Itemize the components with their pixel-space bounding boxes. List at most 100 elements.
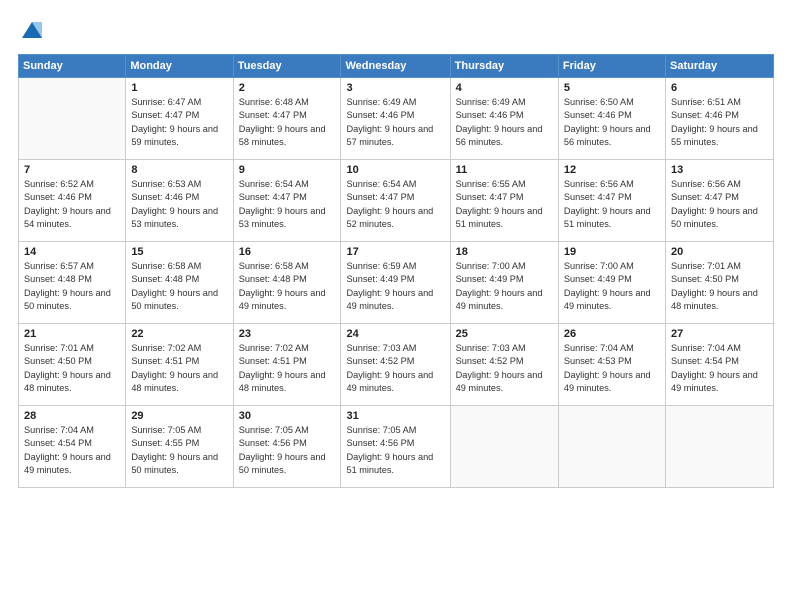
header-day: Sunday [19,55,126,78]
day-number: 10 [346,164,444,176]
day-info: Sunrise: 7:01 AMSunset: 4:50 PMDaylight:… [671,260,768,313]
day-number: 17 [346,246,444,258]
calendar-cell: 18Sunrise: 7:00 AMSunset: 4:49 PMDayligh… [450,242,558,324]
day-number: 11 [456,164,553,176]
calendar-cell [19,78,126,160]
day-info: Sunrise: 6:56 AMSunset: 4:47 PMDaylight:… [671,178,768,231]
calendar-cell: 31 Sunrise: 7:05 AMSunset: 4:56 PMDayligh… [341,406,450,488]
day-number: 31 [346,410,444,422]
day-number: 28 [24,410,120,422]
day-info: Sunrise: 7:03 AMSunset: 4:52 PMDaylight:… [456,342,553,395]
day-info: Sunrise: 7:05 AMSunset: 4:56 PMDaylight:… [346,424,444,477]
day-number: 6 [671,82,768,94]
day-info: Sunrise: 7:03 AMSunset: 4:52 PMDaylight:… [346,342,444,395]
calendar-cell [450,406,558,488]
day-number: 1 [131,82,227,94]
day-number: 3 [346,82,444,94]
day-info: Sunrise: 7:04 AMSunset: 4:54 PMDaylight:… [671,342,768,395]
calendar-cell: 3 Sunrise: 6:49 AMSunset: 4:46 PMDaylight… [341,78,450,160]
calendar-cell: 19 Sunrise: 7:00 AMSunset: 4:49 PMDayligh… [558,242,665,324]
header-day: Tuesday [233,55,341,78]
calendar-body: 1Sunrise: 6:47 AMSunset: 4:47 PMDaylight… [19,78,774,488]
calendar-cell: 25 Sunrise: 7:03 AMSunset: 4:52 PMDayligh… [450,324,558,406]
calendar-table: SundayMondayTuesdayWednesdayThursdayFrid… [18,54,774,488]
day-number: 2 [239,82,336,94]
calendar-cell: 11 Sunrise: 6:55 AMSunset: 4:47 PMDayligh… [450,160,558,242]
header [18,18,774,46]
calendar-cell: 30 Sunrise: 7:05 AMSunset: 4:56 PMDayligh… [233,406,341,488]
calendar-cell: 15Sunrise: 6:58 AMSunset: 4:48 PMDayligh… [126,242,233,324]
calendar-cell: 9 Sunrise: 6:54 AMSunset: 4:47 PMDaylight… [233,160,341,242]
calendar-cell: 7 Sunrise: 6:52 AMSunset: 4:46 PMDaylight… [19,160,126,242]
day-info: Sunrise: 6:52 AMSunset: 4:46 PMDaylight:… [24,178,120,231]
calendar-cell: 13Sunrise: 6:56 AMSunset: 4:47 PMDayligh… [665,160,773,242]
day-number: 25 [456,328,553,340]
header-day: Monday [126,55,233,78]
logo [18,18,50,46]
day-info: Sunrise: 6:49 AMSunset: 4:46 PMDaylight:… [346,96,444,149]
header-day: Thursday [450,55,558,78]
day-info: Sunrise: 7:02 AMSunset: 4:51 PMDaylight:… [239,342,336,395]
day-number: 8 [131,164,227,176]
day-info: Sunrise: 6:50 AMSunset: 4:46 PMDaylight:… [564,96,660,149]
day-info: Sunrise: 6:59 AMSunset: 4:49 PMDaylight:… [346,260,444,313]
day-info: Sunrise: 6:54 AMSunset: 4:47 PMDaylight:… [239,178,336,231]
day-number: 26 [564,328,660,340]
calendar-cell: 29Sunrise: 7:05 AMSunset: 4:55 PMDayligh… [126,406,233,488]
calendar-cell: 22 Sunrise: 7:02 AMSunset: 4:51 PMDayligh… [126,324,233,406]
calendar-week: 21 Sunrise: 7:01 AMSunset: 4:50 PMDayligh… [19,324,774,406]
day-number: 23 [239,328,336,340]
day-number: 4 [456,82,553,94]
day-number: 21 [24,328,120,340]
day-info: Sunrise: 7:04 AMSunset: 4:54 PMDaylight:… [24,424,120,477]
day-info: Sunrise: 7:02 AMSunset: 4:51 PMDaylight:… [131,342,227,395]
day-number: 30 [239,410,336,422]
day-number: 12 [564,164,660,176]
day-info: Sunrise: 7:01 AMSunset: 4:50 PMDaylight:… [24,342,120,395]
day-number: 19 [564,246,660,258]
calendar-cell: 4 Sunrise: 6:49 AMSunset: 4:46 PMDaylight… [450,78,558,160]
calendar-week: 1Sunrise: 6:47 AMSunset: 4:47 PMDaylight… [19,78,774,160]
day-number: 16 [239,246,336,258]
day-info: Sunrise: 6:54 AMSunset: 4:47 PMDaylight:… [346,178,444,231]
day-info: Sunrise: 6:49 AMSunset: 4:46 PMDaylight:… [456,96,553,149]
day-info: Sunrise: 6:58 AMSunset: 4:48 PMDaylight:… [239,260,336,313]
header-day: Friday [558,55,665,78]
day-info: Sunrise: 7:00 AMSunset: 4:49 PMDaylight:… [564,260,660,313]
day-info: Sunrise: 6:53 AMSunset: 4:46 PMDaylight:… [131,178,227,231]
day-number: 5 [564,82,660,94]
calendar-week: 14 Sunrise: 6:57 AMSunset: 4:48 PMDayligh… [19,242,774,324]
day-info: Sunrise: 6:51 AMSunset: 4:46 PMDaylight:… [671,96,768,149]
day-number: 15 [131,246,227,258]
calendar-cell: 24Sunrise: 7:03 AMSunset: 4:52 PMDayligh… [341,324,450,406]
calendar-cell: 1Sunrise: 6:47 AMSunset: 4:47 PMDaylight… [126,78,233,160]
day-info: Sunrise: 7:04 AMSunset: 4:53 PMDaylight:… [564,342,660,395]
calendar-cell: 23 Sunrise: 7:02 AMSunset: 4:51 PMDayligh… [233,324,341,406]
calendar-cell: 28 Sunrise: 7:04 AMSunset: 4:54 PMDayligh… [19,406,126,488]
calendar-cell: 21 Sunrise: 7:01 AMSunset: 4:50 PMDayligh… [19,324,126,406]
day-info: Sunrise: 6:57 AMSunset: 4:48 PMDaylight:… [24,260,120,313]
calendar-cell: 10 Sunrise: 6:54 AMSunset: 4:47 PMDayligh… [341,160,450,242]
day-number: 27 [671,328,768,340]
day-info: Sunrise: 7:05 AMSunset: 4:56 PMDaylight:… [239,424,336,477]
day-number: 9 [239,164,336,176]
calendar-cell: 14 Sunrise: 6:57 AMSunset: 4:48 PMDayligh… [19,242,126,324]
day-number: 14 [24,246,120,258]
calendar-cell: 8 Sunrise: 6:53 AMSunset: 4:46 PMDaylight… [126,160,233,242]
day-info: Sunrise: 6:56 AMSunset: 4:47 PMDaylight:… [564,178,660,231]
calendar-cell: 6 Sunrise: 6:51 AMSunset: 4:46 PMDaylight… [665,78,773,160]
day-number: 22 [131,328,227,340]
calendar-week: 28 Sunrise: 7:04 AMSunset: 4:54 PMDayligh… [19,406,774,488]
day-number: 20 [671,246,768,258]
calendar-cell: 12 Sunrise: 6:56 AMSunset: 4:47 PMDayligh… [558,160,665,242]
day-number: 7 [24,164,120,176]
day-info: Sunrise: 6:55 AMSunset: 4:47 PMDaylight:… [456,178,553,231]
calendar-header: SundayMondayTuesdayWednesdayThursdayFrid… [19,55,774,78]
header-day: Wednesday [341,55,450,78]
calendar-cell: 5 Sunrise: 6:50 AMSunset: 4:46 PMDaylight… [558,78,665,160]
calendar-cell: 17 Sunrise: 6:59 AMSunset: 4:49 PMDayligh… [341,242,450,324]
calendar-cell [665,406,773,488]
header-day: Saturday [665,55,773,78]
calendar-cell: 27 Sunrise: 7:04 AMSunset: 4:54 PMDayligh… [665,324,773,406]
calendar-week: 7 Sunrise: 6:52 AMSunset: 4:46 PMDaylight… [19,160,774,242]
